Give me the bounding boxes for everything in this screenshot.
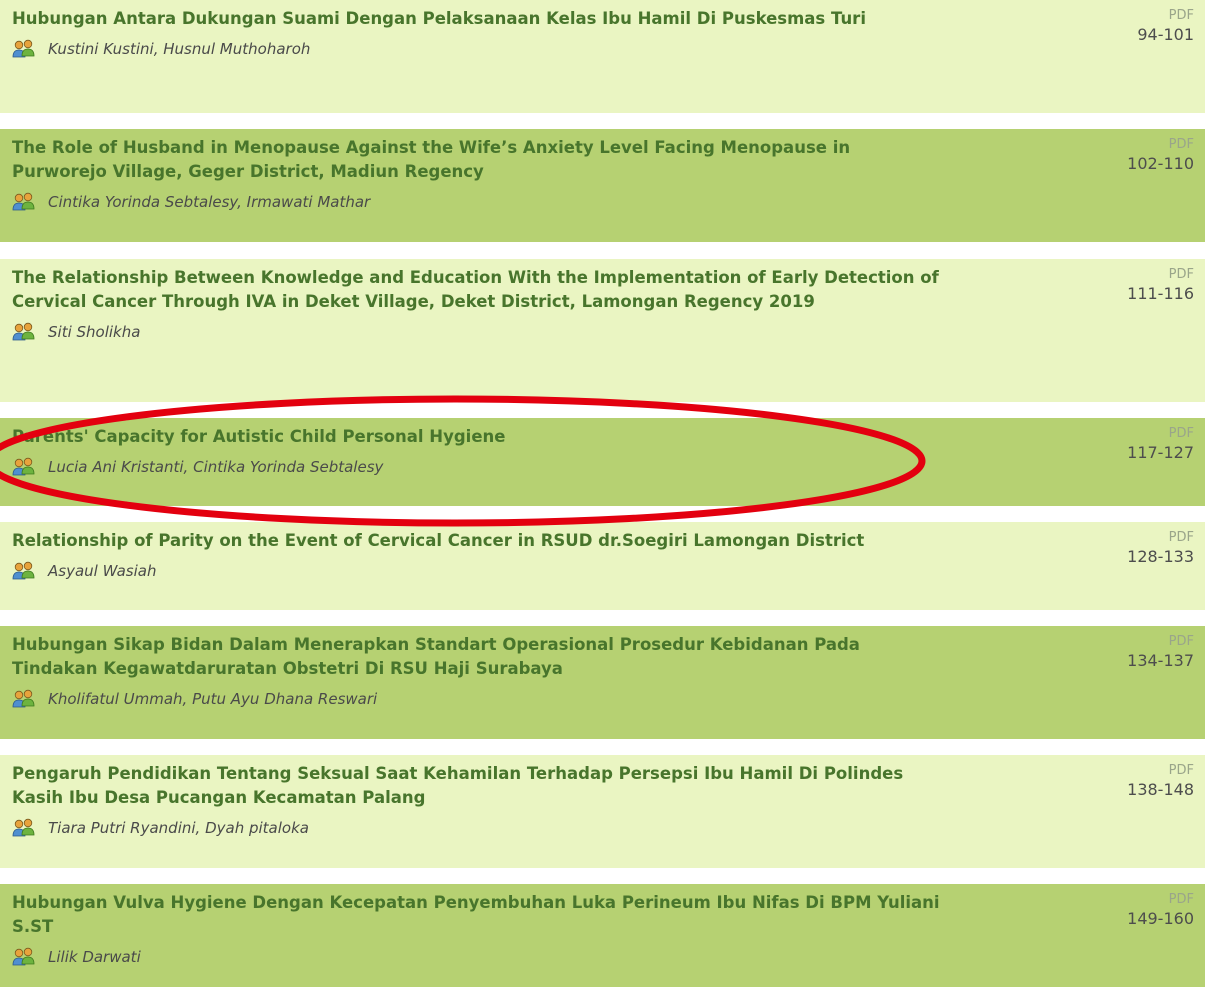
article-meta: PDF 94-101	[1137, 7, 1194, 45]
article-authors: Kustini Kustini, Husnul Muthoharoh	[12, 39, 1193, 59]
article-title-link[interactable]: Hubungan Antara Dukungan Suami Dengan Pe…	[12, 7, 942, 31]
users-icon	[12, 561, 35, 580]
article-meta: PDF 134-137	[1127, 633, 1194, 671]
pdf-link[interactable]: PDF	[1127, 762, 1194, 779]
article-authors: Lucia Ani Kristanti, Cintika Yorinda Seb…	[12, 457, 1193, 477]
authors-text: Kholifatul Ummah, Putu Ayu Dhana Reswari	[48, 690, 378, 708]
article-authors: Cintika Yorinda Sebtalesy, Irmawati Math…	[12, 192, 1193, 212]
page-range: 134-137	[1127, 651, 1194, 670]
page-range: 117-127	[1127, 443, 1194, 462]
article-row: Hubungan Vulva Hygiene Dengan Kecepatan …	[0, 884, 1205, 987]
article-title-link[interactable]: The Relationship Between Knowledge and E…	[12, 266, 942, 314]
page-range: 111-116	[1127, 284, 1194, 303]
article-title-link[interactable]: Pengaruh Pendidikan Tentang Seksual Saat…	[12, 762, 942, 810]
article-meta: PDF 111-116	[1127, 266, 1194, 304]
article-meta: PDF 149-160	[1127, 891, 1194, 929]
pdf-link[interactable]: PDF	[1127, 633, 1194, 650]
article-meta: PDF 138-148	[1127, 762, 1194, 800]
article-row: Hubungan Antara Dukungan Suami Dengan Pe…	[0, 0, 1205, 113]
authors-text: Cintika Yorinda Sebtalesy, Irmawati Math…	[48, 193, 371, 211]
page-range: 128-133	[1127, 547, 1194, 566]
page-range: 102-110	[1127, 154, 1194, 173]
authors-text: Kustini Kustini, Husnul Muthoharoh	[48, 40, 311, 58]
article-row: Pengaruh Pendidikan Tentang Seksual Saat…	[0, 755, 1205, 868]
users-icon	[12, 322, 35, 341]
authors-text: Asyaul Wasiah	[48, 562, 157, 580]
article-row: Parents' Capacity for Autistic Child Per…	[0, 418, 1205, 506]
authors-text: Lilik Darwati	[48, 948, 141, 966]
article-meta: PDF 102-110	[1127, 136, 1194, 174]
pdf-link[interactable]: PDF	[1127, 425, 1194, 442]
pdf-link[interactable]: PDF	[1127, 136, 1194, 153]
article-meta: PDF 117-127	[1127, 425, 1194, 463]
page-range: 149-160	[1127, 909, 1194, 928]
article-title-link[interactable]: The Role of Husband in Menopause Against…	[12, 136, 942, 184]
article-title-link[interactable]: Hubungan Sikap Bidan Dalam Menerapkan St…	[12, 633, 942, 681]
article-title-link[interactable]: Relationship of Parity on the Event of C…	[12, 529, 942, 553]
article-authors: Asyaul Wasiah	[12, 561, 1193, 581]
article-authors: Kholifatul Ummah, Putu Ayu Dhana Reswari	[12, 689, 1193, 709]
article-row: The Relationship Between Knowledge and E…	[0, 259, 1205, 402]
article-meta: PDF 128-133	[1127, 529, 1194, 567]
users-icon	[12, 689, 35, 708]
authors-text: Siti Sholikha	[48, 323, 141, 341]
pdf-link[interactable]: PDF	[1127, 891, 1194, 908]
pdf-link[interactable]: PDF	[1137, 7, 1194, 24]
article-authors: Tiara Putri Ryandini, Dyah pitaloka	[12, 818, 1193, 838]
authors-text: Lucia Ani Kristanti, Cintika Yorinda Seb…	[48, 458, 384, 476]
page-range: 138-148	[1127, 780, 1194, 799]
users-icon	[12, 457, 35, 476]
article-authors: Lilik Darwati	[12, 947, 1193, 967]
article-row: Relationship of Parity on the Event of C…	[0, 522, 1205, 610]
article-row: Hubungan Sikap Bidan Dalam Menerapkan St…	[0, 626, 1205, 739]
pdf-link[interactable]: PDF	[1127, 266, 1194, 283]
article-title-link[interactable]: Parents' Capacity for Autistic Child Per…	[12, 425, 942, 449]
authors-text: Tiara Putri Ryandini, Dyah pitaloka	[48, 819, 309, 837]
article-authors: Siti Sholikha	[12, 322, 1193, 342]
users-icon	[12, 818, 35, 837]
page-range: 94-101	[1137, 25, 1194, 44]
users-icon	[12, 947, 35, 966]
users-icon	[12, 192, 35, 211]
article-row: The Role of Husband in Menopause Against…	[0, 129, 1205, 242]
pdf-link[interactable]: PDF	[1127, 529, 1194, 546]
users-icon	[12, 39, 35, 58]
article-title-link[interactable]: Hubungan Vulva Hygiene Dengan Kecepatan …	[12, 891, 942, 939]
